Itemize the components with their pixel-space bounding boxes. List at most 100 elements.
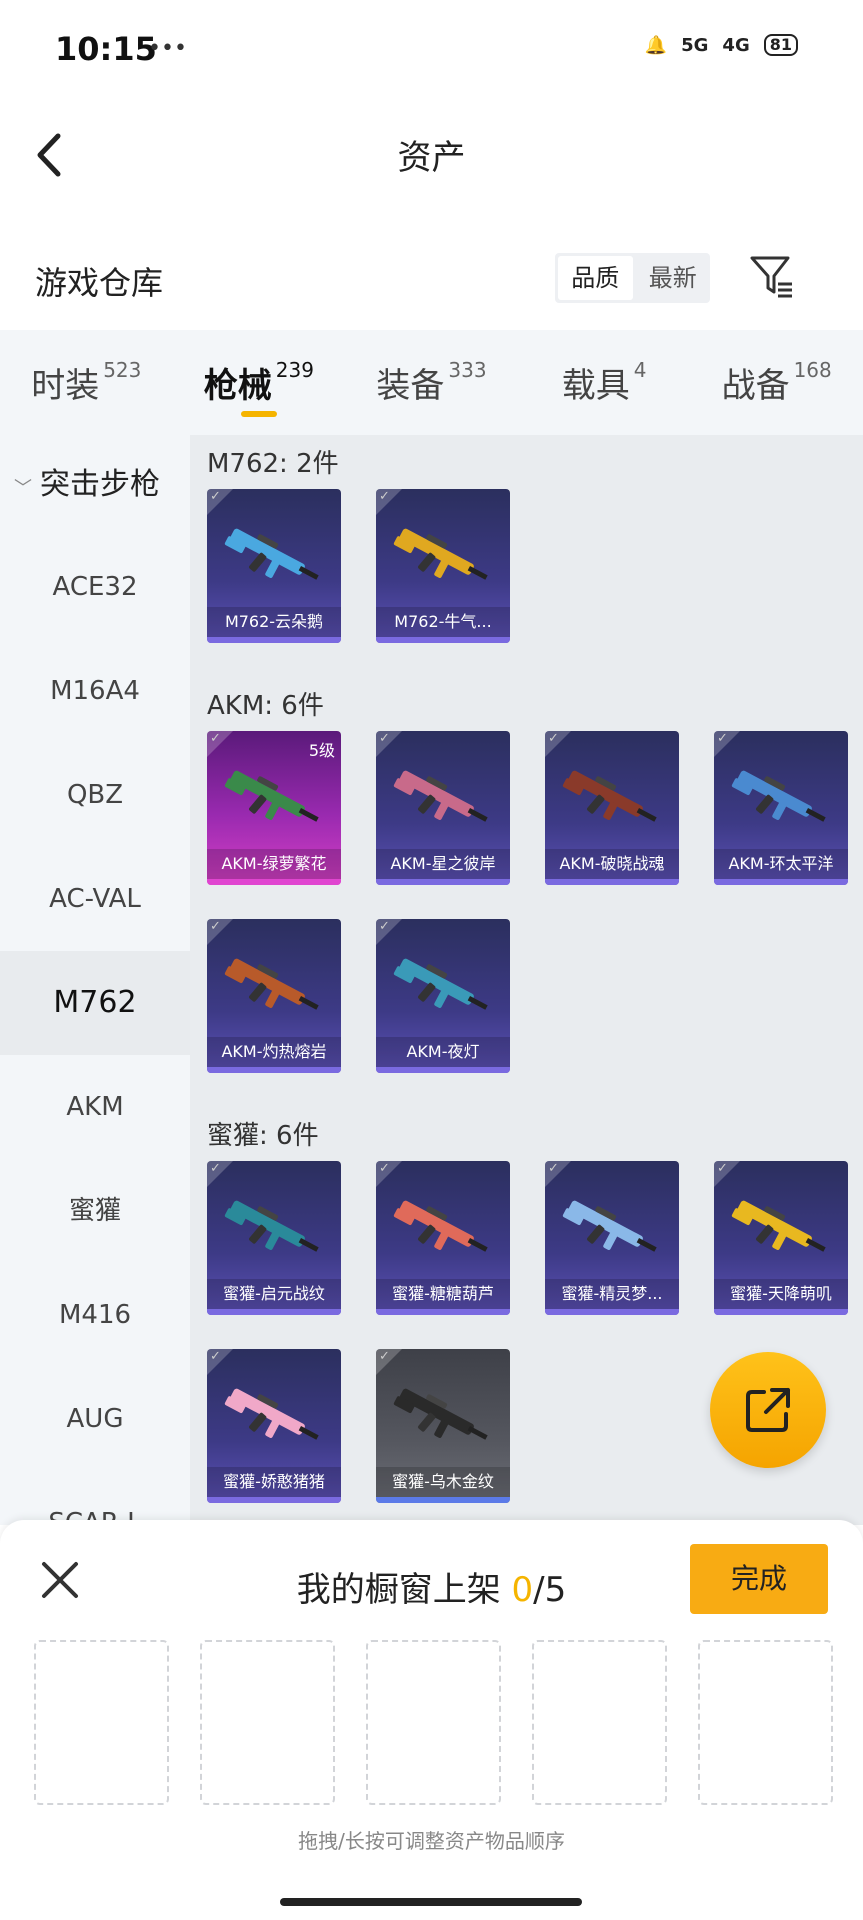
asset-card[interactable]: ✓ M762-云朵鹅	[207, 489, 341, 643]
asset-card[interactable]: ✓ 蜜獾-糖糖葫芦	[376, 1161, 510, 1315]
weapon-sidebar: ﹀ 突击步枪 ACE32 M16A4 QBZ AC-VAL M762 AKM 蜜獾 M416 AU…	[0, 435, 190, 1525]
asset-card[interactable]: ✓ M762-牛气...	[376, 489, 510, 643]
sidebar-item[interactable]: M416	[0, 1263, 190, 1367]
done-button[interactable]: 完成	[690, 1544, 828, 1614]
rarity-bar	[376, 637, 510, 643]
showcase-slot[interactable]	[532, 1640, 667, 1805]
asset-name: AKM-灼热熔岩	[207, 1037, 341, 1067]
sidebar-item[interactable]: QBZ	[0, 743, 190, 847]
check-icon: ✓	[379, 489, 390, 504]
tab-2[interactable]: 装备 333	[345, 330, 518, 435]
tab-3[interactable]: 载具 4	[518, 330, 691, 435]
showcase-slot[interactable]	[366, 1640, 501, 1805]
asset-card[interactable]: ✓ 5级 AKM-绿萝繁花	[207, 731, 341, 885]
asset-card[interactable]: ✓ 蜜獾-乌木金纹	[376, 1349, 510, 1503]
asset-name: 蜜獾-天降萌叽	[714, 1279, 848, 1309]
gun-image	[224, 770, 319, 822]
showcase-slot[interactable]	[34, 1640, 169, 1805]
asset-name: AKM-环太平洋	[714, 849, 848, 879]
check-icon: ✓	[717, 1161, 728, 1176]
sidebar-item[interactable]: M762	[0, 951, 190, 1055]
external-link-icon	[746, 1388, 790, 1432]
sort-newest-button[interactable]: 最新	[636, 253, 711, 303]
asset-name: AKM-夜灯	[376, 1037, 510, 1067]
filter-icon	[750, 256, 792, 298]
check-icon: ✓	[379, 1349, 390, 1364]
check-icon: ✓	[379, 919, 390, 934]
rarity-bar	[376, 1497, 510, 1503]
gun-image	[393, 528, 488, 580]
check-icon: ✓	[548, 1161, 559, 1176]
home-indicator[interactable]	[280, 1898, 582, 1906]
filter-button[interactable]	[748, 252, 796, 300]
tab-4[interactable]: 战备 168	[690, 330, 863, 435]
level-badge: 5级	[308, 741, 335, 760]
asset-card[interactable]: ✓ AKM-夜灯	[376, 919, 510, 1073]
asset-card[interactable]: ✓ 蜜獾-天降萌叽	[714, 1161, 848, 1315]
status-more-icon: •••	[148, 36, 187, 61]
tab-label: 装备	[376, 366, 445, 406]
asset-name: 蜜獾-娇憨猪猪	[207, 1467, 341, 1497]
status-indicators: 🔔 5G 4G 81	[645, 34, 798, 56]
asset-name: AKM-破晓战魂	[545, 849, 679, 879]
sidebar-item[interactable]: M16A4	[0, 639, 190, 743]
rarity-bar	[207, 637, 341, 643]
group-grid: ✓ 5级 AKM-绿萝繁花 ✓ AKM-星之彼岸 ✓ AKM-破晓战魂 ✓ AKM-环太平洋 ✓ A…	[190, 731, 863, 1107]
sidebar-category[interactable]: ﹀ 突击步枪	[0, 435, 190, 535]
group-header: AKM: 6件	[207, 691, 324, 721]
showcase-slot[interactable]	[698, 1640, 833, 1805]
share-button[interactable]	[710, 1352, 826, 1468]
sidebar-category-label: 突击步枪	[40, 467, 160, 502]
asset-card[interactable]: ✓ 蜜獾-精灵梦...	[545, 1161, 679, 1315]
gun-image	[562, 1200, 657, 1252]
category-tabs: 时装 523 枪械 239 装备 333 载具 4 战备 168	[0, 330, 863, 435]
status-bar: 10:15 ••• 🔔 5G 4G 81	[0, 0, 863, 100]
gun-image	[393, 1200, 488, 1252]
check-icon: ✓	[210, 731, 221, 746]
page-title: 资产	[397, 138, 466, 178]
asset-card[interactable]: ✓ AKM-破晓战魂	[545, 731, 679, 885]
group-grid: ✓ 蜜獾-启元战纹 ✓ 蜜獾-糖糖葫芦 ✓ 蜜獾-精灵梦... ✓ 蜜獾-天降萌叽 ✓ 蜜獾-娇憨…	[190, 1161, 863, 1525]
sort-quality-button[interactable]: 品质	[558, 256, 633, 300]
asset-card[interactable]: ✓ AKM-环太平洋	[714, 731, 848, 885]
section-title: 游戏仓库	[35, 264, 164, 302]
sidebar-item[interactable]: AUG	[0, 1367, 190, 1471]
rarity-bar	[207, 879, 341, 885]
tab-0[interactable]: 时装 523	[0, 330, 173, 435]
showcase-title-text: 我的橱窗上架	[296, 1570, 512, 1610]
check-icon: ✓	[210, 489, 221, 504]
sidebar-item[interactable]: ACE32	[0, 535, 190, 639]
asset-name: AKM-星之彼岸	[376, 849, 510, 879]
sidebar-item[interactable]: SCAR-L	[0, 1471, 190, 1525]
check-icon: ✓	[548, 731, 559, 746]
showcase-slot[interactable]	[200, 1640, 335, 1805]
gun-image	[393, 770, 488, 822]
asset-card[interactable]: ✓ AKM-星之彼岸	[376, 731, 510, 885]
tab-label: 枪械	[203, 366, 272, 406]
check-icon: ✓	[210, 919, 221, 934]
warehouse-header: 游戏仓库 品质 最新	[0, 230, 863, 330]
check-icon: ✓	[379, 1161, 390, 1176]
tab-1[interactable]: 枪械 239	[173, 330, 346, 435]
asset-name: M762-牛气...	[376, 607, 510, 637]
showcase-total: /5	[533, 1570, 567, 1610]
check-icon: ✓	[210, 1161, 221, 1176]
sort-toggle: 品质 最新	[555, 253, 710, 303]
sidebar-item[interactable]: AC-VAL	[0, 847, 190, 951]
asset-name: 蜜獾-精灵梦...	[545, 1279, 679, 1309]
tab-count: 168	[793, 358, 832, 382]
check-icon: ✓	[379, 731, 390, 746]
asset-card[interactable]: ✓ 蜜獾-娇憨猪猪	[207, 1349, 341, 1503]
check-icon: ✓	[210, 1349, 221, 1364]
rarity-bar	[376, 1067, 510, 1073]
rarity-bar	[376, 879, 510, 885]
asset-card[interactable]: ✓ 蜜獾-启元战纹	[207, 1161, 341, 1315]
sidebar-item[interactable]: 蜜獾	[0, 1159, 190, 1263]
sidebar-item[interactable]: AKM	[0, 1055, 190, 1159]
asset-card[interactable]: ✓ AKM-灼热熔岩	[207, 919, 341, 1073]
rarity-bar	[545, 879, 679, 885]
gun-image	[224, 1200, 319, 1252]
tab-label: 战备	[721, 366, 790, 406]
tab-count: 4	[633, 358, 647, 382]
asset-name: 蜜獾-启元战纹	[207, 1279, 341, 1309]
